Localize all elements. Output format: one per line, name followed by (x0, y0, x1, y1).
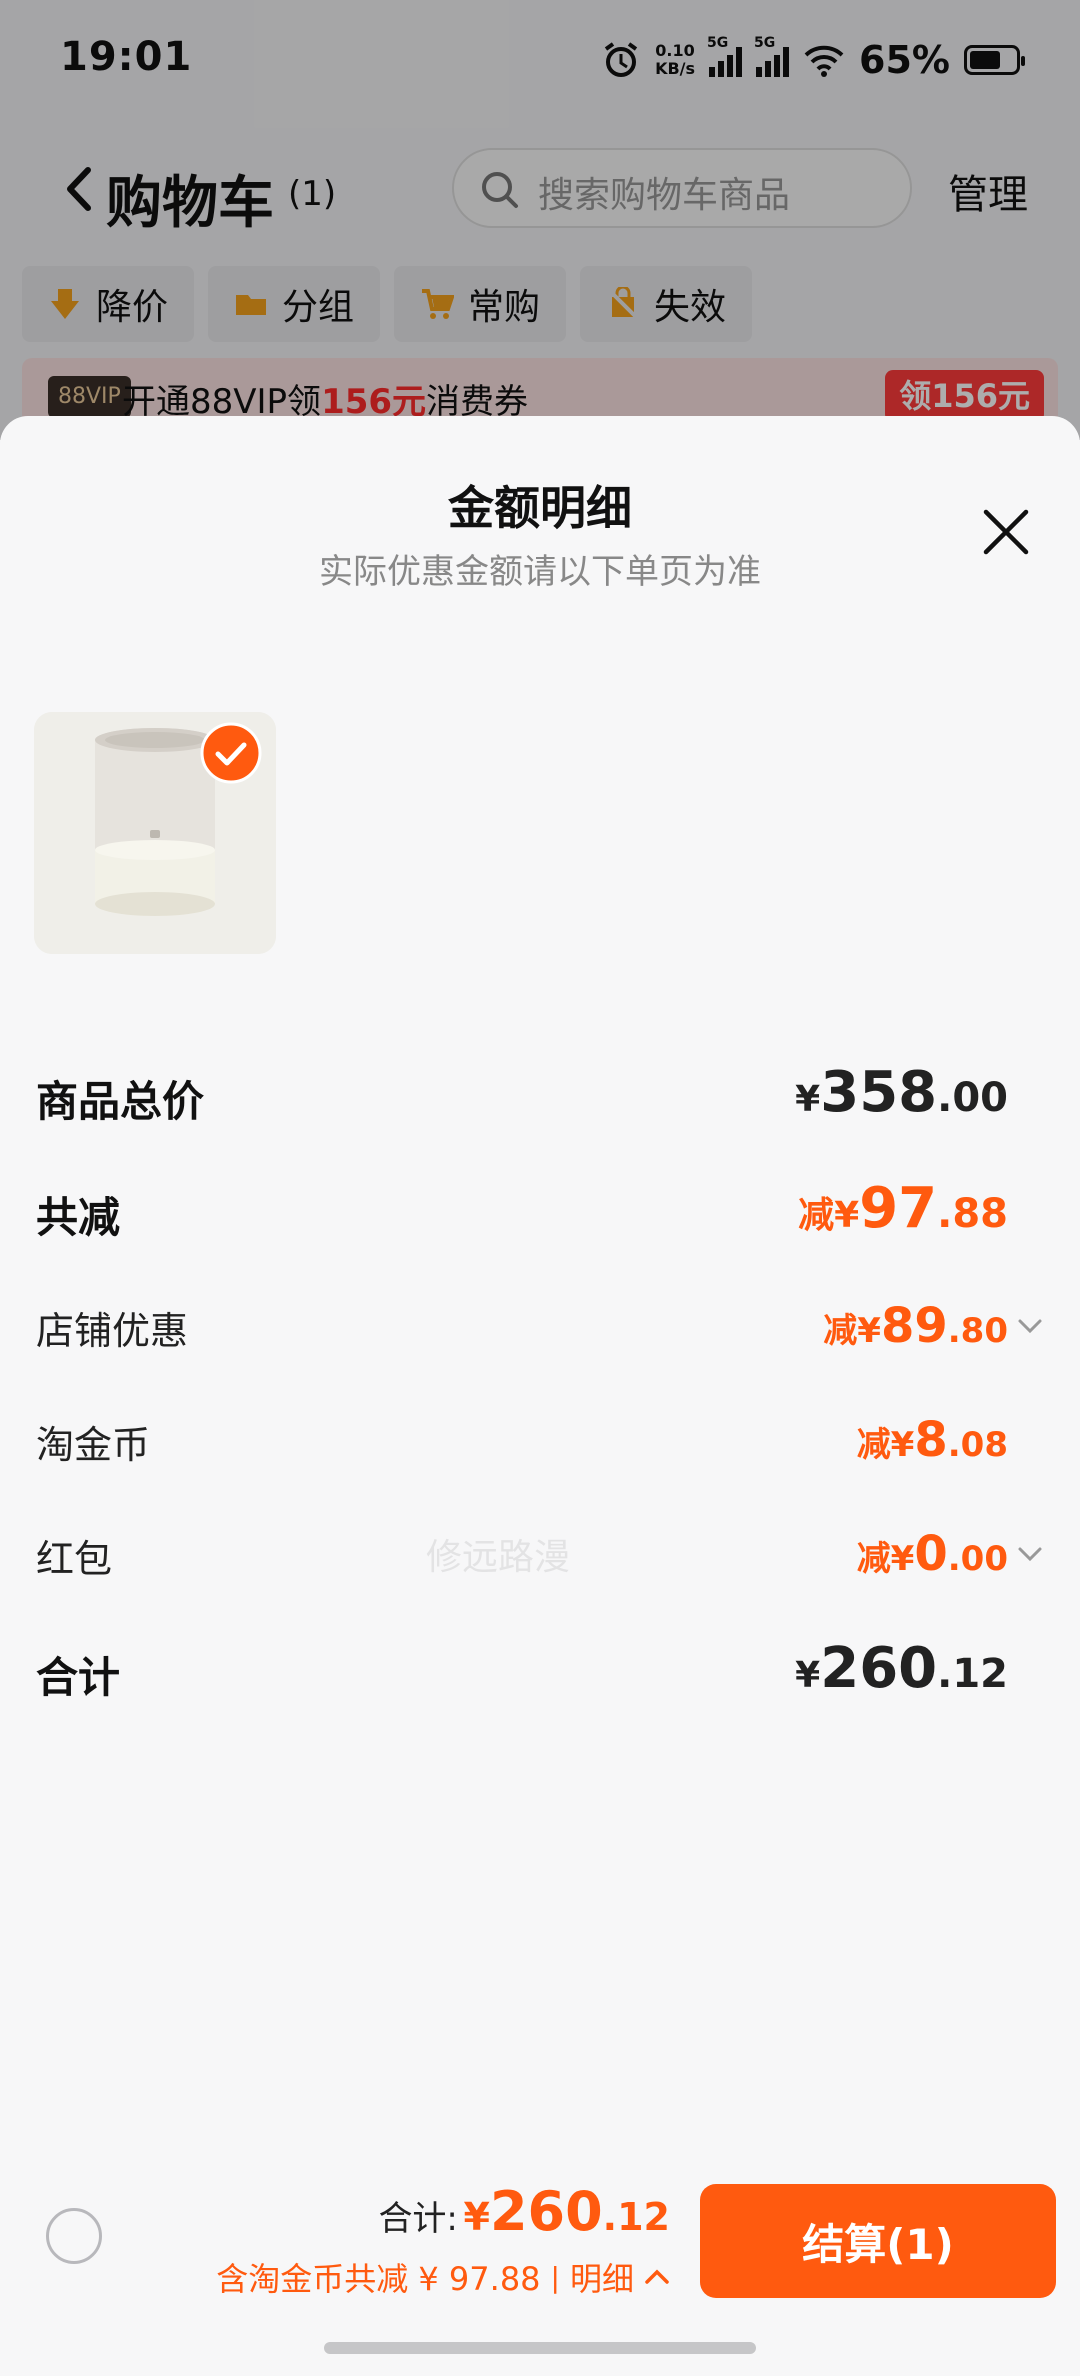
amount-prefix: 减¥ (823, 1311, 881, 1351)
row-total-discount: 共减 减¥97.88 (36, 1176, 1044, 1246)
row-label: 店铺优惠 (36, 1309, 189, 1353)
row-label: 合计 (36, 1653, 121, 1702)
total-int: 260 (489, 2180, 603, 2243)
discount-text: 含淘金币共减 ¥ 97.88 (216, 2260, 541, 2298)
sheet-title: 金额明细 (448, 481, 632, 535)
amount-dec: .12 (937, 1651, 1008, 1697)
chevron-down-icon[interactable] (1016, 1540, 1044, 1568)
total-amount: ¥260.12 (795, 1636, 1008, 1701)
amount-int: 97 (859, 1176, 938, 1241)
chevron-down-icon[interactable] (1016, 1312, 1044, 1340)
amount-prefix: 减¥ (856, 1539, 915, 1579)
amount-prefix: ¥ (795, 1655, 821, 1696)
amount-int: 0 (914, 1526, 948, 1582)
row-subtotal: 商品总价 ¥358.00 (36, 1060, 1044, 1130)
bottom-total: 合计: ¥260.12 (378, 2180, 670, 2243)
home-indicator[interactable] (324, 2342, 756, 2354)
amount-int: 8 (914, 1412, 948, 1468)
row-label: 淘金币 (36, 1423, 151, 1467)
amount-dec: .08 (947, 1425, 1008, 1465)
total-discount-amount: 减¥97.88 (798, 1176, 1008, 1241)
row-shop-discount[interactable]: 店铺优惠 减¥89.80 (36, 1292, 1044, 1362)
selected-check-icon[interactable] (200, 722, 262, 784)
total-label: 合计: (378, 2199, 458, 2239)
red-packet-amount: 减¥0.00 (857, 1526, 1008, 1582)
amount-int: 89 (880, 1298, 948, 1354)
discount-summary[interactable]: 含淘金币共减 ¥ 97.88 | 明细 (216, 2254, 670, 2300)
amount-prefix: 减¥ (798, 1195, 860, 1236)
row-total: 合计 ¥260.12 (36, 1636, 1044, 1706)
modal-overlay[interactable] (0, 0, 1080, 440)
amount-dec: .00 (937, 1075, 1008, 1121)
chevron-up-icon[interactable] (644, 2264, 670, 2290)
total-prefix: ¥ (463, 2195, 490, 2239)
subtotal-amount: ¥358.00 (795, 1060, 1008, 1125)
close-icon[interactable] (982, 508, 1030, 556)
amount-prefix: ¥ (795, 1079, 821, 1120)
amount-dec: .88 (937, 1191, 1008, 1237)
separator: | (550, 2260, 560, 2294)
amount-detail-sheet: 金额明细 实际优惠金额请以下单页为准 修远路漫 商品总价 ¥358.00 共减 … (0, 416, 1080, 2376)
shop-discount-amount: 减¥89.80 (823, 1298, 1008, 1354)
checkout-button[interactable]: 结算(1) (700, 2184, 1056, 2298)
row-taojinbi: 淘金币 减¥8.08 (36, 1406, 1044, 1476)
amount-dec: .80 (947, 1311, 1008, 1351)
taojinbi-amount: 减¥8.08 (857, 1412, 1008, 1468)
amount-int: 358 (820, 1060, 938, 1125)
row-label: 商品总价 (36, 1077, 205, 1126)
row-label: 共减 (36, 1193, 121, 1242)
total-dec: .12 (602, 2195, 670, 2239)
amount-dec: .00 (947, 1539, 1008, 1579)
select-all-checkbox[interactable] (46, 2208, 102, 2264)
amount-prefix: 减¥ (856, 1425, 915, 1465)
sheet-subtitle: 实际优惠金额请以下单页为准 (319, 552, 761, 592)
row-label: 红包 (36, 1537, 113, 1581)
amount-int: 260 (820, 1636, 938, 1701)
row-red-packet[interactable]: 红包 减¥0.00 (36, 1520, 1044, 1590)
detail-link[interactable]: 明细 (570, 2254, 634, 2300)
